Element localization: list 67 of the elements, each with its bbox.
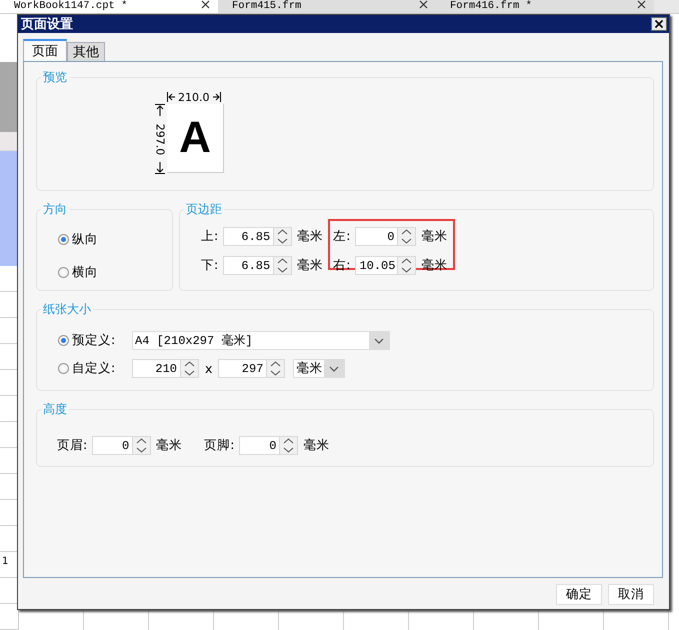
dialog-button[interactable]: 确定 [556, 584, 602, 605]
unit-dropdown[interactable]: 毫米 [293, 359, 346, 378]
page-preview: A [167, 104, 224, 173]
number-field[interactable]: 10.05 [355, 256, 398, 275]
spin-buttons-icon[interactable] [397, 256, 416, 275]
number-field[interactable]: 0 [355, 227, 398, 246]
close-icon[interactable] [637, 0, 646, 9]
spin-buttons-icon[interactable] [273, 227, 292, 246]
spin-buttons-icon[interactable] [266, 359, 286, 378]
dimension-arrow-icon [212, 92, 220, 102]
group-title: 页边距 [185, 201, 223, 218]
group-title: 预览 [42, 69, 68, 86]
group-title: 高度 [42, 401, 68, 418]
width-dimension: 210.0 [178, 90, 210, 104]
group-title: 方向 [42, 201, 68, 218]
spin-buttons-icon[interactable] [132, 436, 152, 455]
number-field[interactable]: 6.85 [223, 227, 274, 246]
dimension-arrow-icon [155, 104, 165, 116]
field-label: 页脚: [204, 437, 234, 454]
height-dimension: 297.0 [154, 123, 166, 155]
unit-label: 毫米 [156, 437, 182, 454]
number-field[interactable]: 297 [218, 359, 266, 378]
radio-button[interactable] [58, 335, 69, 346]
toolbar-area [0, 62, 18, 132]
spin-buttons-icon[interactable] [273, 256, 292, 275]
close-icon[interactable] [201, 0, 210, 9]
field-label: 右: [333, 257, 350, 274]
document-tab[interactable]: Form416.frm * [436, 0, 654, 13]
unit-label: 毫米 [421, 257, 448, 274]
dialog-title: 页面设置 [21, 16, 73, 33]
radio-label: 纵向 [72, 231, 98, 248]
unit-label: 毫米 [297, 228, 324, 245]
close-button[interactable] [651, 17, 667, 31]
radio-label: 预定义: [72, 332, 116, 349]
radio-button[interactable] [58, 234, 69, 245]
row-label: 1 [2, 556, 8, 567]
radio-button[interactable] [58, 267, 69, 278]
number-field[interactable]: 0 [92, 436, 132, 455]
tab[interactable]: 页面 [23, 39, 67, 61]
spin-buttons-icon[interactable] [279, 436, 298, 455]
radio-label: 横向 [72, 264, 98, 281]
field-label: 下: [201, 257, 218, 274]
document-tab[interactable]: Form415.frm [218, 0, 436, 13]
dimension-arrow-icon [155, 162, 165, 174]
unit-label: 毫米 [297, 257, 324, 274]
tab[interactable]: 其他 [67, 42, 105, 61]
spin-buttons-icon[interactable] [180, 359, 199, 378]
field-label: 页眉: [57, 437, 88, 454]
spin-buttons-icon[interactable] [397, 227, 416, 246]
radio-label: 自定义: [72, 360, 116, 377]
number-field[interactable]: 210 [132, 359, 180, 378]
group-title: 纸张大小 [42, 301, 92, 318]
unit-label: 毫米 [421, 228, 448, 245]
paper-size-dropdown[interactable]: A4 [210x297 毫米] [132, 331, 390, 350]
dropdown-caret-icon[interactable] [369, 331, 389, 350]
dropdown-caret-icon[interactable] [324, 359, 344, 378]
unit-label: 毫米 [303, 437, 330, 454]
close-icon[interactable] [419, 0, 428, 9]
dimension-arrow-icon [167, 92, 176, 102]
document-tab[interactable]: WorkBook1147.cpt * [0, 0, 218, 13]
radio-button[interactable] [58, 363, 69, 374]
number-field[interactable]: 6.85 [223, 256, 274, 275]
dialog-button[interactable]: 取消 [608, 584, 654, 605]
field-label: 左: [333, 228, 350, 245]
number-field[interactable]: 0 [239, 436, 280, 455]
field-label: 上: [201, 228, 218, 245]
times-sign: x [205, 361, 212, 376]
